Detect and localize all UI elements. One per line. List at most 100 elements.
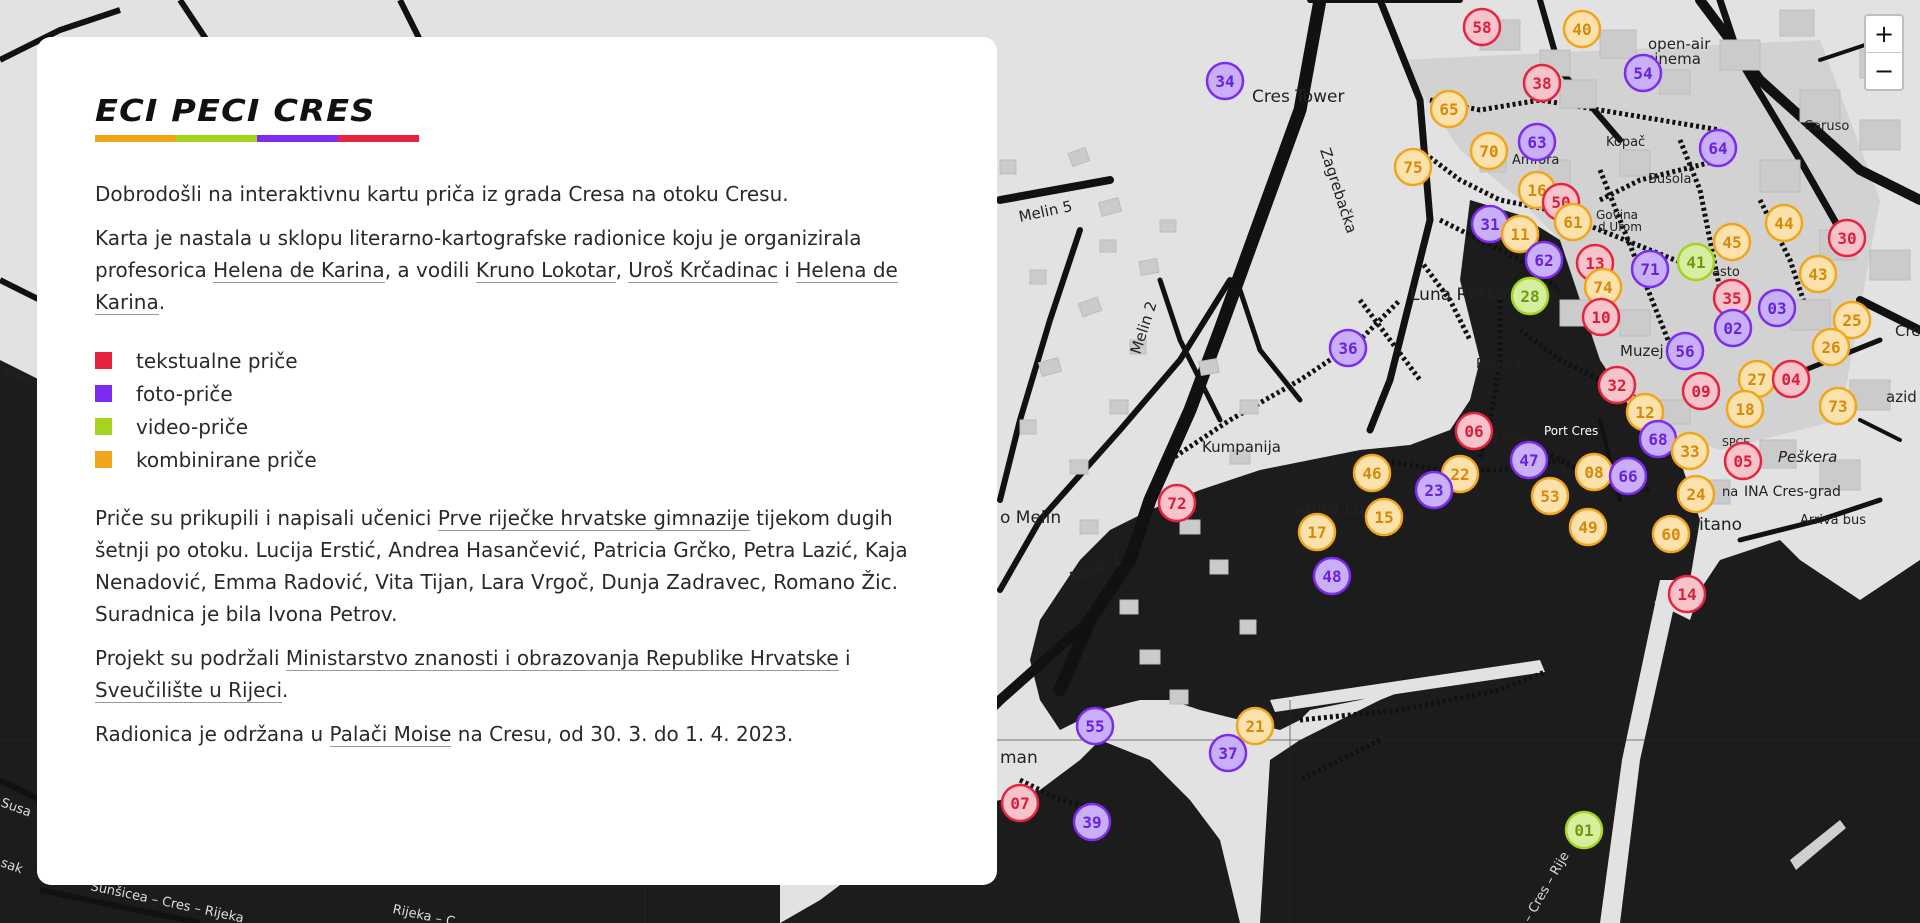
map-label: Kumpanija bbox=[1202, 438, 1281, 456]
marker-number: 15 bbox=[1374, 508, 1393, 527]
story-marker-combined[interactable]: 73 bbox=[1818, 386, 1858, 426]
marker-number: 11 bbox=[1510, 225, 1529, 244]
marker-number: 26 bbox=[1821, 338, 1840, 357]
story-marker-photo[interactable]: 71 bbox=[1630, 249, 1670, 289]
story-marker-photo[interactable]: 39 bbox=[1072, 802, 1112, 842]
marker-number: 49 bbox=[1578, 518, 1597, 537]
story-marker-photo[interactable]: 34 bbox=[1205, 61, 1245, 101]
story-marker-text[interactable]: 32 bbox=[1597, 365, 1637, 405]
story-marker-combined[interactable]: 61 bbox=[1553, 202, 1593, 242]
marker-number: 07 bbox=[1010, 794, 1029, 813]
story-marker-photo[interactable]: 55 bbox=[1075, 706, 1115, 746]
marker-number: 44 bbox=[1774, 214, 1793, 233]
story-marker-combined[interactable]: 45 bbox=[1712, 222, 1752, 262]
story-marker-video[interactable]: 01 bbox=[1564, 810, 1604, 850]
marker-number: 27 bbox=[1747, 370, 1766, 389]
link-school[interactable]: Prve riječke hrvatske gimnazije bbox=[437, 506, 750, 531]
story-marker-photo[interactable]: 63 bbox=[1517, 122, 1557, 162]
marker-number: 21 bbox=[1245, 717, 1264, 736]
story-marker-combined[interactable]: 43 bbox=[1798, 254, 1838, 294]
story-marker-text[interactable]: 06 bbox=[1454, 411, 1494, 451]
story-marker-text[interactable]: 58 bbox=[1462, 7, 1502, 47]
story-marker-combined[interactable]: 75 bbox=[1393, 147, 1433, 187]
marker-number: 12 bbox=[1635, 403, 1654, 422]
link-ministry[interactable]: Ministarstvo znanosti i obrazovanja Repu… bbox=[285, 646, 839, 671]
story-marker-text[interactable]: 38 bbox=[1522, 63, 1562, 103]
link-kruno[interactable]: Kruno Lokotar bbox=[475, 258, 616, 283]
marker-number: 39 bbox=[1082, 813, 1101, 832]
story-marker-text[interactable]: 07 bbox=[1000, 783, 1040, 823]
story-marker-combined[interactable]: 53 bbox=[1530, 476, 1570, 516]
marker-number: 14 bbox=[1677, 585, 1696, 604]
story-marker-combined[interactable]: 21 bbox=[1235, 706, 1275, 746]
story-marker-text[interactable]: 14 bbox=[1667, 574, 1707, 614]
link-uros[interactable]: Uroš Krčadinac bbox=[628, 258, 779, 283]
story-marker-combined[interactable]: 33 bbox=[1670, 431, 1710, 471]
legend-item-photo: foto-priče bbox=[95, 377, 941, 410]
story-marker-combined[interactable]: 24 bbox=[1676, 474, 1716, 514]
story-marker-photo[interactable]: 68 bbox=[1638, 419, 1678, 459]
map-label: Kopač bbox=[1606, 135, 1645, 150]
link-helena[interactable]: Helena de Karina bbox=[213, 258, 385, 283]
story-marker-combined[interactable]: 60 bbox=[1651, 514, 1691, 554]
story-marker-combined[interactable]: 17 bbox=[1297, 512, 1337, 552]
marker-number: 23 bbox=[1424, 481, 1443, 500]
marker-number: 47 bbox=[1519, 451, 1538, 470]
marker-number: 28 bbox=[1520, 287, 1539, 306]
story-marker-video[interactable]: 41 bbox=[1676, 242, 1716, 282]
map-label: na bbox=[1722, 485, 1738, 500]
story-marker-photo[interactable]: 66 bbox=[1608, 456, 1648, 496]
story-marker-combined[interactable]: 49 bbox=[1568, 507, 1608, 547]
map-label: Busola bbox=[1648, 172, 1691, 187]
marker-number: 09 bbox=[1691, 382, 1710, 401]
map-label: azid bbox=[1886, 388, 1917, 406]
story-marker-combined[interactable]: 18 bbox=[1725, 389, 1765, 429]
story-marker-photo[interactable]: 37 bbox=[1208, 733, 1248, 773]
story-marker-photo[interactable]: 62 bbox=[1524, 240, 1564, 280]
map-label: Port Cres bbox=[1544, 424, 1598, 438]
story-marker-combined[interactable]: 44 bbox=[1764, 203, 1804, 243]
story-marker-text[interactable]: 30 bbox=[1827, 218, 1867, 258]
story-marker-video[interactable]: 28 bbox=[1510, 276, 1550, 316]
marker-number: 34 bbox=[1215, 72, 1234, 91]
link-palace[interactable]: Palači Moise bbox=[329, 722, 452, 747]
marker-number: 03 bbox=[1767, 299, 1786, 318]
link-university[interactable]: Sveučilište u Rijeci bbox=[95, 678, 283, 703]
marker-number: 66 bbox=[1618, 467, 1637, 486]
story-marker-combined[interactable]: 26 bbox=[1811, 327, 1851, 367]
story-marker-photo[interactable]: 64 bbox=[1698, 128, 1738, 168]
about-text: Karta je nastala u sklopu literarno-kart… bbox=[95, 226, 898, 315]
story-marker-photo[interactable]: 47 bbox=[1509, 440, 1549, 480]
zoom-out-button[interactable]: − bbox=[1866, 52, 1902, 89]
story-marker-combined[interactable]: 08 bbox=[1574, 452, 1614, 492]
story-marker-photo[interactable]: 36 bbox=[1328, 328, 1368, 368]
legend-label: foto-priče bbox=[136, 381, 233, 406]
color-bar-combined bbox=[95, 135, 176, 142]
story-marker-combined[interactable]: 15 bbox=[1364, 497, 1404, 537]
story-marker-text[interactable]: 72 bbox=[1157, 483, 1197, 523]
marker-number: 71 bbox=[1640, 260, 1659, 279]
story-marker-photo[interactable]: 48 bbox=[1312, 556, 1352, 596]
marker-number: 41 bbox=[1686, 253, 1705, 272]
story-marker-text[interactable]: 09 bbox=[1681, 371, 1721, 411]
story-marker-text[interactable]: 04 bbox=[1771, 359, 1811, 399]
story-marker-text[interactable]: 10 bbox=[1581, 297, 1621, 337]
marker-number: 68 bbox=[1648, 430, 1667, 449]
marker-number: 10 bbox=[1591, 308, 1610, 327]
marker-number: 70 bbox=[1479, 142, 1498, 161]
story-marker-combined[interactable]: 40 bbox=[1562, 9, 1602, 49]
story-marker-photo[interactable]: 54 bbox=[1623, 53, 1663, 93]
story-marker-photo[interactable]: 02 bbox=[1713, 308, 1753, 348]
story-marker-photo[interactable]: 56 bbox=[1665, 331, 1705, 371]
marker-number: 17 bbox=[1307, 523, 1326, 542]
map-label: o Melin bbox=[1000, 508, 1061, 528]
story-marker-combined[interactable]: 70 bbox=[1469, 131, 1509, 171]
story-marker-photo[interactable]: 23 bbox=[1414, 470, 1454, 510]
story-marker-combined[interactable]: 65 bbox=[1429, 89, 1469, 129]
story-marker-combined[interactable]: 46 bbox=[1352, 453, 1392, 493]
story-marker-photo[interactable]: 03 bbox=[1757, 288, 1797, 328]
marker-number: 53 bbox=[1540, 487, 1559, 506]
marker-number: 37 bbox=[1218, 744, 1237, 763]
story-marker-text[interactable]: 05 bbox=[1723, 441, 1763, 481]
zoom-in-button[interactable]: + bbox=[1866, 16, 1902, 52]
